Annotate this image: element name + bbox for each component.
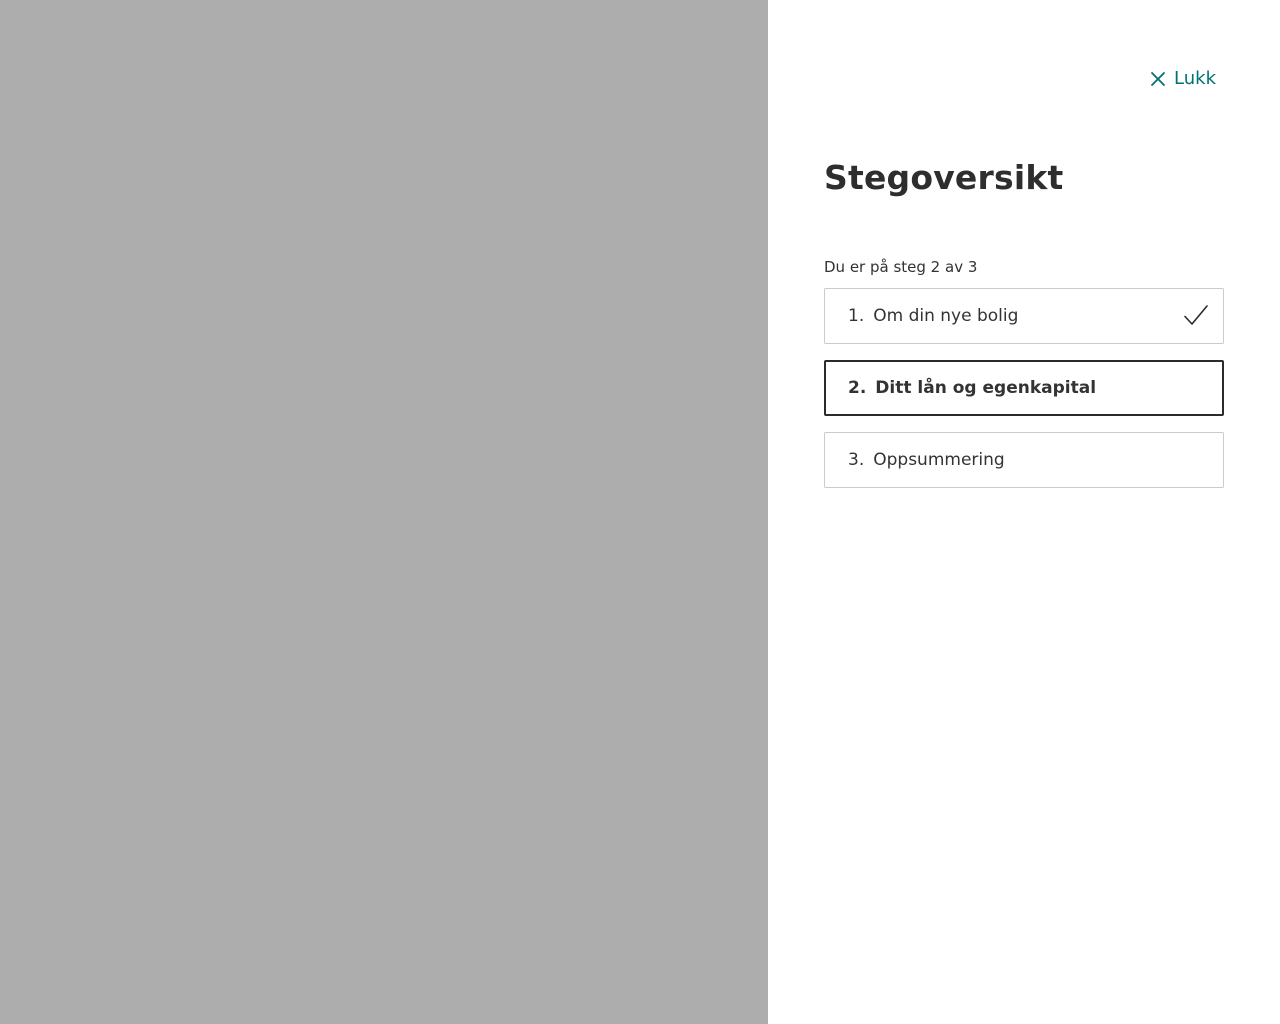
step-list: 1. Om din nye bolig 2. Ditt lån og egenk… (824, 288, 1224, 488)
page-title: Stegoversikt (824, 158, 1064, 197)
step-number: 3. (848, 450, 865, 470)
step-item-3[interactable]: 3. Oppsummering (824, 432, 1224, 488)
step-number: 1. (848, 306, 865, 326)
step-label: Oppsummering (873, 450, 1005, 470)
step-label: Ditt lån og egenkapital (875, 378, 1097, 398)
close-icon (1150, 71, 1166, 87)
step-label: Om din nye bolig (873, 306, 1019, 326)
step-overview-drawer: Lukk Stegoversikt Du er på steg 2 av 3 1… (768, 0, 1280, 1024)
checkmark-icon (1183, 303, 1209, 329)
app-root: Lukk Stegoversikt Du er på steg 2 av 3 1… (0, 0, 1280, 1024)
close-label: Lukk (1174, 68, 1216, 89)
step-progress-text: Du er på steg 2 av 3 (824, 258, 978, 276)
step-item-2[interactable]: 2. Ditt lån og egenkapital (824, 360, 1224, 416)
close-button[interactable]: Lukk (1150, 68, 1216, 89)
step-number: 2. (848, 378, 867, 398)
step-item-1[interactable]: 1. Om din nye bolig (824, 288, 1224, 344)
backdrop-overlay[interactable] (0, 0, 768, 1024)
